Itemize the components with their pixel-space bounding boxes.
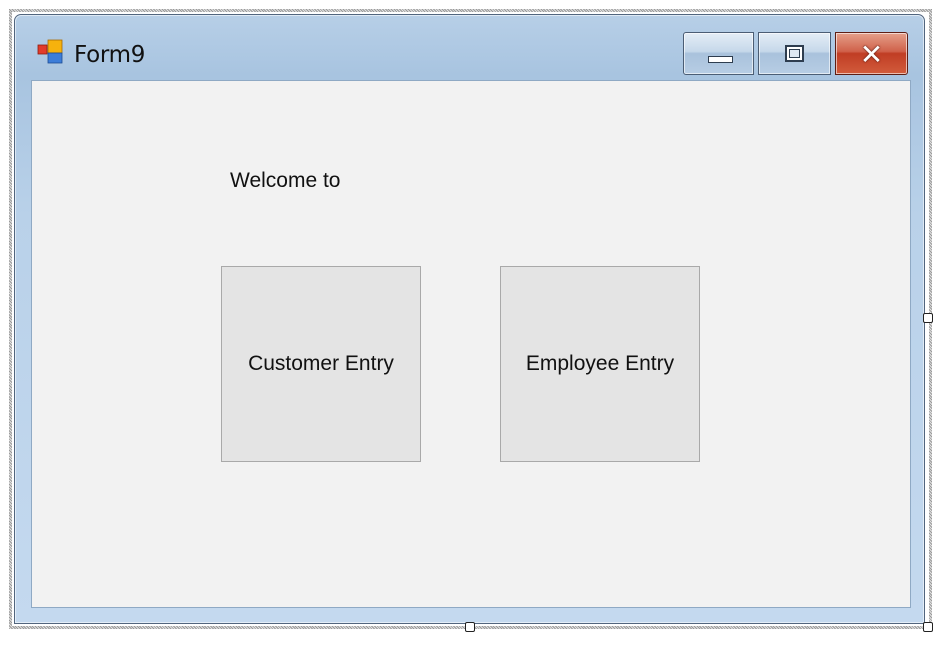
employee-entry-button[interactable]: Employee Entry: [500, 266, 700, 462]
windows-form-icon: [37, 39, 63, 64]
close-icon: ✕: [859, 38, 884, 71]
close-button[interactable]: ✕: [835, 32, 908, 75]
resize-handle-bottom[interactable]: [465, 622, 475, 632]
resize-handle-corner[interactable]: [923, 622, 933, 632]
maximize-button[interactable]: [758, 32, 831, 75]
welcome-label: Welcome to: [230, 169, 341, 192]
resize-handle-right[interactable]: [923, 313, 933, 323]
title-bar[interactable]: Form9 ✕: [15, 15, 924, 81]
minimize-button[interactable]: [683, 32, 754, 75]
form-window: Form9 ✕ Welcome to Customer Entry Employ…: [14, 14, 925, 624]
form-client-area: Welcome to Customer Entry Employee Entry: [31, 80, 911, 608]
customer-entry-button[interactable]: Customer Entry: [221, 266, 421, 462]
minimize-icon: [708, 56, 733, 63]
maximize-icon: [785, 45, 804, 62]
window-title: Form9: [74, 42, 146, 68]
